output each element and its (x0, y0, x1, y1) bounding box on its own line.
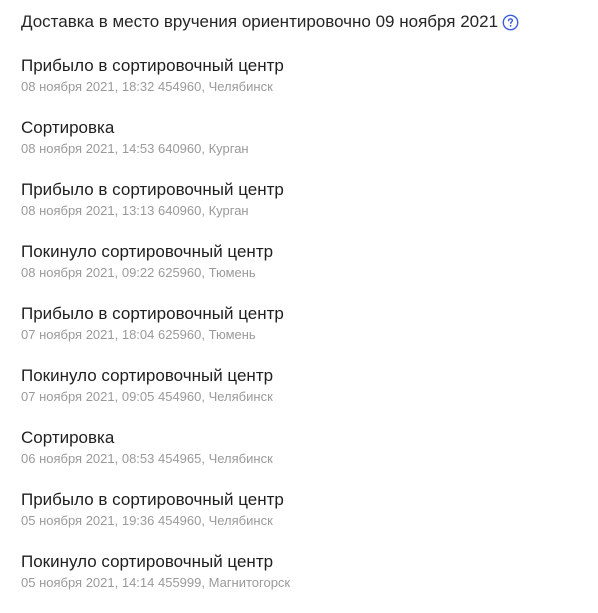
event-details: 06 ноября 2021, 08:53 454965, Челябинск (21, 451, 273, 466)
delivery-estimate-text: Доставка в место вручения ориентировочно… (21, 12, 499, 31)
event-status: Сортировка (21, 118, 115, 137)
event-status: Покинуло сортировочный центр (21, 242, 274, 261)
event-status: Покинуло сортировочный центр (21, 366, 274, 385)
delivery-estimate: Доставка в место вручения ориентировочно… (21, 9, 591, 35)
event-status: Покинуло сортировочный центр (21, 552, 274, 571)
event-details: 07 ноября 2021, 18:04 625960, Тюмень (21, 327, 256, 342)
tracking-event: Сортировка 08 ноября 2021, 14:53 640960,… (21, 117, 591, 179)
event-details: 08 ноября 2021, 09:22 625960, Тюмень (21, 265, 256, 280)
tracking-event: Прибыло в сортировочный центр 07 ноября … (21, 303, 591, 365)
event-details: 08 ноября 2021, 18:32 454960, Челябинск (21, 79, 273, 94)
tracking-events-list: Прибыло в сортировочный центр 08 ноября … (21, 55, 591, 613)
tracking-panel: Доставка в место вручения ориентировочно… (21, 9, 591, 613)
question-circle-icon[interactable] (502, 14, 519, 31)
event-status: Сортировка (21, 428, 115, 447)
event-status: Прибыло в сортировочный центр (21, 180, 284, 199)
tracking-event: Сортировка 06 ноября 2021, 08:53 454965,… (21, 427, 591, 489)
tracking-event: Прибыло в сортировочный центр 08 ноября … (21, 179, 591, 241)
event-status: Прибыло в сортировочный центр (21, 490, 284, 509)
tracking-event: Покинуло сортировочный центр 07 ноября 2… (21, 365, 591, 427)
event-status: Прибыло в сортировочный центр (21, 304, 284, 323)
event-details: 08 ноября 2021, 14:53 640960, Курган (21, 141, 249, 156)
tracking-event: Прибыло в сортировочный центр 05 ноября … (21, 489, 591, 551)
tracking-event: Покинуло сортировочный центр 08 ноября 2… (21, 241, 591, 303)
tracking-event: Покинуло сортировочный центр 05 ноября 2… (21, 551, 591, 613)
event-details: 07 ноября 2021, 09:05 454960, Челябинск (21, 389, 273, 404)
event-details: 05 ноября 2021, 14:14 455999, Магнитогор… (21, 575, 291, 590)
event-details: 08 ноября 2021, 13:13 640960, Курган (21, 203, 249, 218)
tracking-event: Прибыло в сортировочный центр 08 ноября … (21, 55, 591, 117)
event-status: Прибыло в сортировочный центр (21, 56, 284, 75)
event-details: 05 ноября 2021, 19:36 454960, Челябинск (21, 513, 273, 528)
